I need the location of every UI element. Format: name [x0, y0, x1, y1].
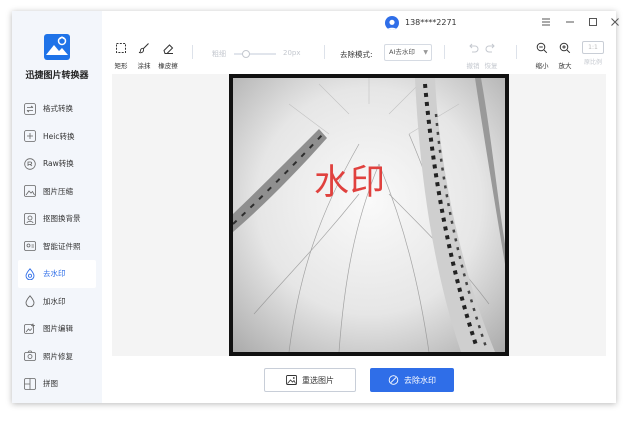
edit-image-icon: [24, 323, 35, 334]
image-canvas[interactable]: 水印: [112, 74, 606, 356]
toolbar-divider: [516, 45, 517, 59]
birch-trees-photo: [229, 74, 509, 356]
sidebar-item-label: 抠图换背景: [43, 214, 81, 224]
main-panel: 138****2271 矩形 涂抹 橡皮擦 粗细 20px 去除模式: AI去水…: [102, 11, 619, 403]
sidebar-item-photo-repair[interactable]: 照片修复: [12, 343, 102, 371]
sidebar-nav: 格式转换 Heic转换 Raw转换 图片压缩 抠图换背景 智能证件照 去水印 加…: [12, 95, 102, 398]
smear-tool[interactable]: 涂抹: [133, 39, 155, 70]
sidebar-item-collage[interactable]: 拼图: [12, 370, 102, 398]
rect-select-icon: [116, 43, 126, 53]
sidebar-item-label: 加水印: [43, 296, 66, 306]
original-ratio-label: 原比例: [583, 59, 602, 66]
maximize-icon: [589, 18, 597, 26]
remove-watermark-icon: [25, 267, 35, 280]
zoom-out-label: 缩小: [535, 62, 549, 70]
sidebar-item-edit-image[interactable]: 图片编辑: [12, 315, 102, 343]
avatar[interactable]: [385, 16, 399, 30]
thickness-value: 20px: [283, 49, 301, 57]
toolbar-divider: [444, 45, 445, 59]
photo-preview[interactable]: 水印: [229, 74, 509, 356]
remove-watermark-label: 去除水印: [404, 375, 436, 385]
id-photo-icon: [24, 241, 36, 252]
sidebar-item-label: 智能证件照: [43, 241, 81, 251]
app-title: 迅捷图片转换器: [25, 71, 89, 81]
reselect-image-button[interactable]: 重选图片: [264, 368, 356, 392]
add-watermark-icon: [25, 295, 35, 308]
sidebar-item-label: Heic转换: [43, 131, 75, 141]
eraser-tool[interactable]: 橡皮擦: [157, 39, 179, 70]
menu-button[interactable]: [539, 15, 553, 29]
removal-mode-select[interactable]: AI去水印 ▼: [384, 44, 432, 61]
minimize-button[interactable]: [563, 15, 577, 29]
collage-icon: [24, 377, 36, 390]
toolbar: 矩形 涂抹 橡皮擦 粗细 20px 去除模式: AI去水印 ▼ 撤销 恢复 缩小…: [102, 37, 616, 70]
toolbar-divider: [192, 45, 193, 59]
menu-icon: [542, 18, 550, 26]
toolbar-divider: [324, 45, 325, 59]
original-ratio-button[interactable]: 1:1: [582, 41, 604, 54]
image-icon: [286, 375, 297, 385]
sidebar-item-label: 照片修复: [43, 351, 73, 361]
removal-mode-value: AI去水印: [389, 48, 415, 56]
sidebar-item-label: 图片编辑: [43, 324, 73, 334]
thickness-slider[interactable]: [234, 50, 276, 58]
sidebar-item-label: 格式转换: [43, 104, 73, 114]
cutout-icon: [24, 212, 36, 225]
slider-handle[interactable]: [242, 50, 250, 58]
undo-icon: [469, 43, 479, 53]
reselect-image-label: 重选图片: [302, 375, 334, 385]
sidebar-item-label: 拼图: [43, 379, 58, 389]
brush-icon: [138, 43, 149, 54]
close-icon: [611, 18, 619, 26]
sidebar-item-label: 图片压缩: [43, 186, 73, 196]
zoom-in-icon: [559, 42, 571, 54]
sidebar: 迅捷图片转换器 格式转换 Heic转换 Raw转换 图片压缩 抠图换背景 智能证…: [12, 11, 102, 403]
thickness-label: 粗细: [212, 50, 226, 58]
sidebar-item-cutout[interactable]: 抠图换背景: [12, 205, 102, 233]
redo-label: 恢复: [484, 62, 498, 70]
user-phone: 138****2271: [405, 18, 457, 27]
sidebar-item-label: 去水印: [43, 269, 66, 279]
zoom-in-label: 放大: [558, 62, 572, 70]
zoom-out-icon: [536, 42, 548, 54]
redo-icon: [485, 43, 495, 53]
close-button[interactable]: [608, 15, 622, 29]
sidebar-item-format-convert[interactable]: 格式转换: [12, 95, 102, 123]
repair-icon: [24, 350, 36, 362]
zoom-in-button[interactable]: 放大: [554, 39, 576, 70]
rect-tool-label: 矩形: [114, 62, 128, 70]
sidebar-item-remove-watermark[interactable]: 去水印: [18, 260, 96, 288]
sidebar-item-id-photo[interactable]: 智能证件照: [12, 233, 102, 261]
eraser-icon: [163, 44, 174, 54]
sidebar-item-label: Raw转换: [43, 159, 74, 169]
compress-icon: [24, 185, 36, 198]
sidebar-item-compress[interactable]: 图片压缩: [12, 178, 102, 206]
ratio-value: 1:1: [588, 44, 598, 51]
user-icon: [387, 19, 397, 30]
maximize-button[interactable]: [586, 15, 600, 29]
smear-tool-label: 涂抹: [137, 62, 151, 70]
heic-icon: [24, 130, 36, 143]
remove-watermark-btn-icon: [388, 375, 399, 385]
chevron-down-icon: ▼: [423, 49, 428, 56]
sidebar-item-add-watermark[interactable]: 加水印: [12, 288, 102, 316]
zoom-out-button[interactable]: 缩小: [531, 39, 553, 70]
minimize-icon: [566, 21, 574, 23]
raw-icon: [24, 158, 36, 170]
remove-watermark-button[interactable]: 去除水印: [370, 368, 454, 392]
watermark-text: 水印: [314, 163, 387, 203]
rect-tool[interactable]: 矩形: [110, 39, 132, 70]
eraser-tool-label: 橡皮擦: [158, 62, 178, 70]
swap-icon: [24, 102, 36, 115]
redo-button[interactable]: 恢复: [480, 39, 502, 70]
removal-mode-label: 去除模式:: [340, 50, 373, 59]
app-window: 迅捷图片转换器 格式转换 Heic转换 Raw转换 图片压缩 抠图换背景 智能证…: [12, 11, 619, 403]
app-logo-icon: [44, 34, 70, 60]
sidebar-item-raw-convert[interactable]: Raw转换: [12, 150, 102, 178]
sidebar-item-heic-convert[interactable]: Heic转换: [12, 123, 102, 151]
title-bar: 138****2271: [102, 11, 619, 35]
